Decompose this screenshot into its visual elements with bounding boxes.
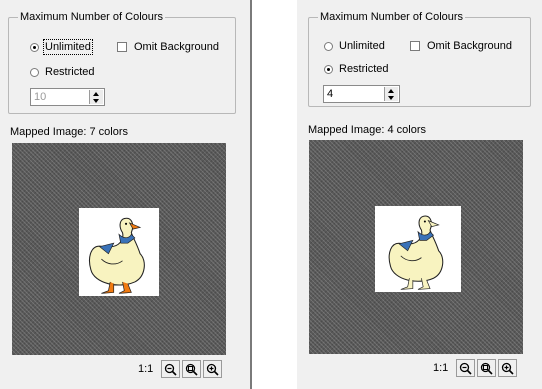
zoom-fit-icon <box>186 363 198 376</box>
zoom-in-icon <box>502 362 514 375</box>
spin-up-icon[interactable] <box>388 89 394 93</box>
spin-down-icon[interactable] <box>388 96 394 100</box>
zoom-out-button[interactable] <box>161 360 181 378</box>
omit-background-checkbox[interactable]: Omit Background <box>410 40 512 52</box>
omit-background-label: Omit Background <box>427 40 512 52</box>
max-colours-group-title: Maximum Number of Colours <box>18 11 166 23</box>
restricted-radio[interactable]: Restricted <box>324 63 389 75</box>
unlimited-radio[interactable]: Unlimited <box>324 40 385 52</box>
duck-illustration <box>89 217 145 294</box>
duck-image <box>375 206 461 292</box>
restricted-radio-label: Restricted <box>339 63 389 75</box>
spinner-arrows[interactable] <box>384 87 398 101</box>
spin-up-icon[interactable] <box>93 92 99 96</box>
panel-divider <box>250 0 252 389</box>
omit-background-checkbox[interactable]: Omit Background <box>117 41 219 53</box>
restricted-radio-label: Restricted <box>45 66 95 78</box>
zoom-in-button[interactable] <box>203 360 223 378</box>
zoom-fit-icon <box>481 362 493 375</box>
checkbox-indicator <box>117 42 127 52</box>
zoom-fit-button[interactable] <box>182 360 202 378</box>
radio-indicator <box>30 67 39 77</box>
zoom-out-icon <box>165 363 177 376</box>
max-colours-value: 4 <box>327 88 334 100</box>
zoom-fit-button[interactable] <box>477 359 497 377</box>
mapped-image-preview[interactable] <box>12 143 226 355</box>
zoom-level-label: 1:1 <box>433 362 449 374</box>
mapped-image-preview[interactable] <box>309 140 523 354</box>
mapped-image-label: Mapped Image: 7 colors <box>10 126 129 138</box>
unlimited-radio[interactable]: Unlimited <box>30 39 93 55</box>
max-colours-value: 10 <box>34 91 47 103</box>
radio-indicator <box>324 41 333 51</box>
spinner-arrows[interactable] <box>89 90 103 104</box>
omit-background-label: Omit Background <box>134 41 219 53</box>
zoom-out-button[interactable] <box>456 359 476 377</box>
zoom-controls: 1:1 <box>138 360 224 378</box>
color-reduction-panel-restricted: Maximum Number of Colours Unlimited Omit… <box>297 0 542 389</box>
restricted-radio[interactable]: Restricted <box>30 66 95 78</box>
color-reduction-panel-unlimited: Maximum Number of Colours Unlimited Omit… <box>0 0 250 389</box>
max-colours-spinner[interactable]: 10 <box>30 88 105 106</box>
zoom-out-icon <box>460 362 472 375</box>
zoom-level-label: 1:1 <box>138 363 154 375</box>
zoom-controls: 1:1 <box>433 359 519 377</box>
max-colours-group-title: Maximum Number of Colours <box>318 11 466 23</box>
max-colours-spinner[interactable]: 4 <box>323 85 400 103</box>
spin-down-icon[interactable] <box>93 99 99 103</box>
radio-indicator <box>324 64 333 74</box>
zoom-in-button[interactable] <box>498 359 518 377</box>
zoom-in-icon <box>207 363 219 376</box>
unlimited-radio-label: Unlimited <box>43 39 93 55</box>
checkbox-indicator <box>410 41 420 51</box>
duck-illustration <box>388 215 444 290</box>
unlimited-radio-label: Unlimited <box>339 40 385 52</box>
mapped-image-label: Mapped Image: 4 colors <box>308 124 427 136</box>
radio-indicator <box>30 42 39 52</box>
duck-image <box>79 208 159 296</box>
